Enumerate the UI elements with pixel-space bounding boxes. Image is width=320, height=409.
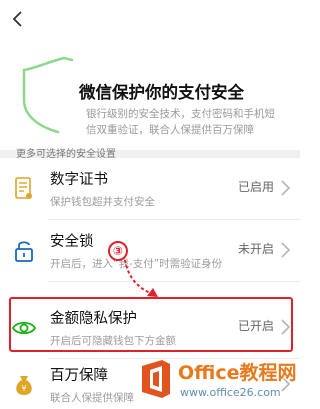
svg-text:¥: ¥ [21,384,26,393]
setting-subtitle: 保护钱包超并支付安全 [50,196,155,208]
setting-title: 安全锁 [50,234,94,250]
setting-row-certificate[interactable]: 数字证书 保护钱包超并支付安全 已启用 [0,158,300,220]
row-divider [48,281,300,282]
office-logo-icon [142,360,170,398]
shield-icon [22,56,74,134]
chevron-right-icon [281,180,290,196]
setting-title: 百万保障 [50,368,108,384]
setting-status: 未开启 [237,242,274,256]
hero-title: 微信保护你的支付安全 [79,83,244,102]
back-arrow-icon [12,11,22,27]
top-bar [0,0,300,38]
money-bag-icon: ¥ [16,376,32,395]
watermark-url: www.office26.com [180,386,281,399]
setting-subtitle: 联合人保提供保障 [50,392,134,404]
certificate-icon [15,177,32,199]
watermark-name: Office教程网 [178,362,297,384]
arrow-icon [124,259,158,297]
lock-icon [15,241,33,262]
hero-description: 银行级别的安全技术，支付密码和手机短信双重验证，联合人保提供百万保障 [86,108,275,136]
watermark: Office教程网 www.office26.com [134,352,298,407]
setting-status: 已启用 [237,180,274,194]
highlight-box [9,297,293,352]
chevron-right-icon [281,242,290,258]
setting-title: 数字证书 [50,172,108,188]
back-button[interactable] [6,6,32,32]
